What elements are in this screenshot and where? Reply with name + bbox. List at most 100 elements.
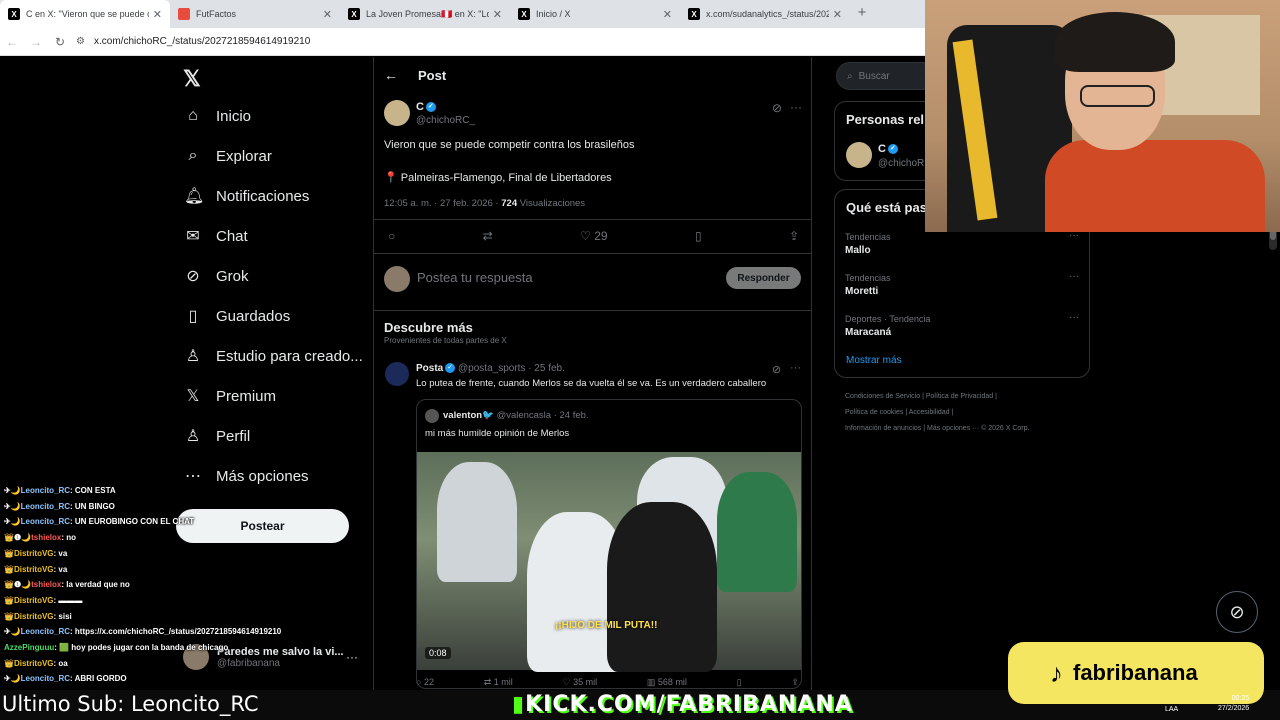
grok-floating-button[interactable]: ⊘ <box>1216 591 1258 633</box>
url-field[interactable]: ⚙ x.com/chichoRC_/status/202721859461491… <box>76 31 925 53</box>
sidebar-item-inicio[interactable]: ⌂ Inicio <box>184 104 251 128</box>
site-settings-icon[interactable]: ⚙ <box>76 36 94 47</box>
x-logo-icon[interactable]: 𝕏 <box>183 66 201 92</box>
sidebar-item-perfil[interactable]: ♙ Perfil <box>184 424 250 448</box>
quote-text: mi más humilde opinión de Merlos <box>425 428 570 439</box>
footer-link[interactable]: Accesibilidad <box>909 409 950 416</box>
share-icon[interactable]: ⇪ <box>791 677 799 688</box>
new-tab-button[interactable]: + <box>850 0 874 28</box>
like-button[interactable]: ♡ 35 mil <box>563 677 598 688</box>
chat-message: 👑❶🌙tshielox: no <box>4 533 76 543</box>
chat-username[interactable]: Leoncito_RC <box>21 517 70 526</box>
chat-username[interactable]: tshielox <box>31 533 61 542</box>
sidebar-item-premium[interactable]: 𝕏 Premium <box>184 384 276 408</box>
sidebar-item-chat[interactable]: ✉ Chat <box>184 224 247 248</box>
like-button[interactable]: ♡ 29 <box>580 229 607 243</box>
avatar <box>384 266 410 292</box>
chat-username[interactable]: DistritoVG <box>14 549 54 558</box>
browser-tab-active[interactable]: X C en X: "Vieron que se puede co ✕ <box>0 0 170 28</box>
reply-button[interactable]: Responder <box>726 267 801 289</box>
more-icon[interactable]: ··· <box>1069 271 1079 282</box>
browser-tab-joven-promesa[interactable]: X La Joven Promesa🇵🇪 en X: "Lo ✕ <box>340 0 510 28</box>
chat-username[interactable]: DistritoVG <box>14 596 54 605</box>
sidebar-item-guardados[interactable]: ▯ Guardados <box>184 304 291 328</box>
person-name-text: C <box>878 143 886 155</box>
chat-username[interactable]: tshielox <box>31 580 61 589</box>
person-name[interactable]: C ✓ <box>878 143 898 155</box>
discover-subtitle: Provenientes de todas partes de X <box>384 336 507 345</box>
close-tab-icon[interactable]: ✕ <box>493 8 502 21</box>
reply-icon[interactable]: ○ <box>388 229 395 243</box>
close-tab-icon[interactable]: ✕ <box>663 8 672 21</box>
reload-icon[interactable]: ↻ <box>48 35 72 49</box>
chat-username[interactable]: Leoncito_RC <box>21 502 70 511</box>
bookmark-icon[interactable]: ▯ <box>737 677 742 688</box>
footer-links-row: Política de cookies | Accesibilidad | <box>845 409 953 416</box>
more-icon[interactable]: ··· <box>790 362 801 374</box>
back-arrow-icon[interactable]: ← <box>384 67 398 83</box>
sidebar-item-explorar[interactable]: ⌕ Explorar <box>184 144 272 168</box>
author-handle[interactable]: @chichoRC_ <box>416 115 475 126</box>
home-icon: ⌂ <box>188 107 198 124</box>
footer-link[interactable]: Información de anuncios <box>845 425 921 432</box>
back-arrow-icon[interactable]: ← <box>0 35 24 49</box>
close-tab-icon[interactable]: ✕ <box>833 8 842 21</box>
taskbar-clock[interactable]: 00:25 27/2/2026 <box>1218 694 1249 714</box>
trend-item[interactable]: Tendencias Mallo <box>845 232 891 256</box>
quoted-post[interactable]: valenton🐦 @valencasla · 24 feb. mi más h… <box>416 399 802 689</box>
browser-tab-inicio[interactable]: X Inicio / X ✕ <box>510 0 680 28</box>
close-tab-icon[interactable]: ✕ <box>323 8 332 21</box>
chat-username[interactable]: AzzePinguuu <box>4 643 54 652</box>
more-icon[interactable]: ··· <box>790 100 802 114</box>
person-avatar[interactable] <box>846 142 872 168</box>
footer-separator: | <box>995 393 997 400</box>
taskbar-language[interactable]: LAA <box>1165 706 1178 713</box>
x-favicon-icon: X <box>688 8 700 20</box>
clock-time: 00:25 <box>1231 695 1250 702</box>
reply-button[interactable]: ○ 22 <box>416 677 434 688</box>
repost-button[interactable]: ⇄ 1 mil <box>484 677 513 688</box>
grok-icon[interactable]: ⊘ <box>772 101 782 115</box>
feed-post-text: Lo putea de frente, cuando Merlos se da … <box>416 378 767 389</box>
more-icon[interactable]: ··· <box>1069 312 1079 323</box>
author-avatar[interactable] <box>384 100 410 126</box>
views-button[interactable]: ▥ 568 mil <box>647 677 687 688</box>
footer-link[interactable]: Más opciones ··· <box>927 425 979 432</box>
search-icon: ⌕ <box>847 70 853 82</box>
chat-username[interactable]: DistritoVG <box>14 659 54 668</box>
trend-item[interactable]: Deportes · Tendencia Maracaná <box>845 314 930 338</box>
grok-icon[interactable]: ⊘ <box>772 363 781 376</box>
footer-separator: | <box>922 393 924 400</box>
last-sub-label: Ultimo Sub: Leoncito_RC <box>2 692 259 716</box>
sidebar-item-estudio[interactable]: ♙ Estudio para creado... <box>184 344 363 368</box>
show-more-link[interactable]: Mostrar más <box>846 355 902 366</box>
browser-tab-sudanalytics[interactable]: X x.com/sudanalytics_/status/202 ✕ <box>680 0 850 28</box>
share-icon[interactable]: ⇪ <box>789 229 799 243</box>
posta-avatar[interactable] <box>385 362 409 386</box>
chat-username[interactable]: Leoncito_RC <box>21 674 70 683</box>
chat-username[interactable]: Leoncito_RC <box>21 486 70 495</box>
footer-link[interactable]: Política de Privacidad <box>926 393 993 400</box>
browser-tab-futfactos[interactable]: FutFactos ✕ <box>170 0 340 28</box>
chat-text: oa <box>58 658 68 668</box>
reply-input[interactable]: Postea tu respuesta <box>417 270 533 285</box>
video-player[interactable]: ¡¡HIJO DE MIL PUTA!! 0:08 <box>417 452 801 672</box>
feed-post-author[interactable]: Posta ✓ @posta_sports · 25 feb. <box>416 363 565 374</box>
chat-username[interactable]: DistritoVG <box>14 565 54 574</box>
author-name[interactable]: C ✓ <box>416 101 436 113</box>
chat-username[interactable]: DistritoVG <box>14 612 54 621</box>
grok-icon: ⊘ <box>186 268 200 285</box>
bookmark-icon[interactable]: ▯ <box>695 229 702 243</box>
trend-item[interactable]: Tendencias Moretti <box>845 273 891 297</box>
footer-link[interactable]: Política de cookies <box>845 409 903 416</box>
footer-link[interactable]: Condiciones de Servicio <box>845 393 920 400</box>
sidebar-item-grok[interactable]: ⊘ Grok <box>184 264 248 288</box>
repost-icon[interactable]: ⇄ <box>483 229 493 243</box>
discover-title: Descubre más <box>384 320 473 335</box>
forward-arrow-icon[interactable]: → <box>24 35 48 49</box>
sidebar-item-notificaciones[interactable]: 🔔︎ Notificaciones <box>184 184 309 208</box>
footer-separator: | <box>951 409 954 416</box>
footer-copyright: © 2026 X Corp. <box>981 425 1030 432</box>
chat-username[interactable]: Leoncito_RC <box>21 627 70 636</box>
close-tab-icon[interactable]: ✕ <box>153 8 162 21</box>
